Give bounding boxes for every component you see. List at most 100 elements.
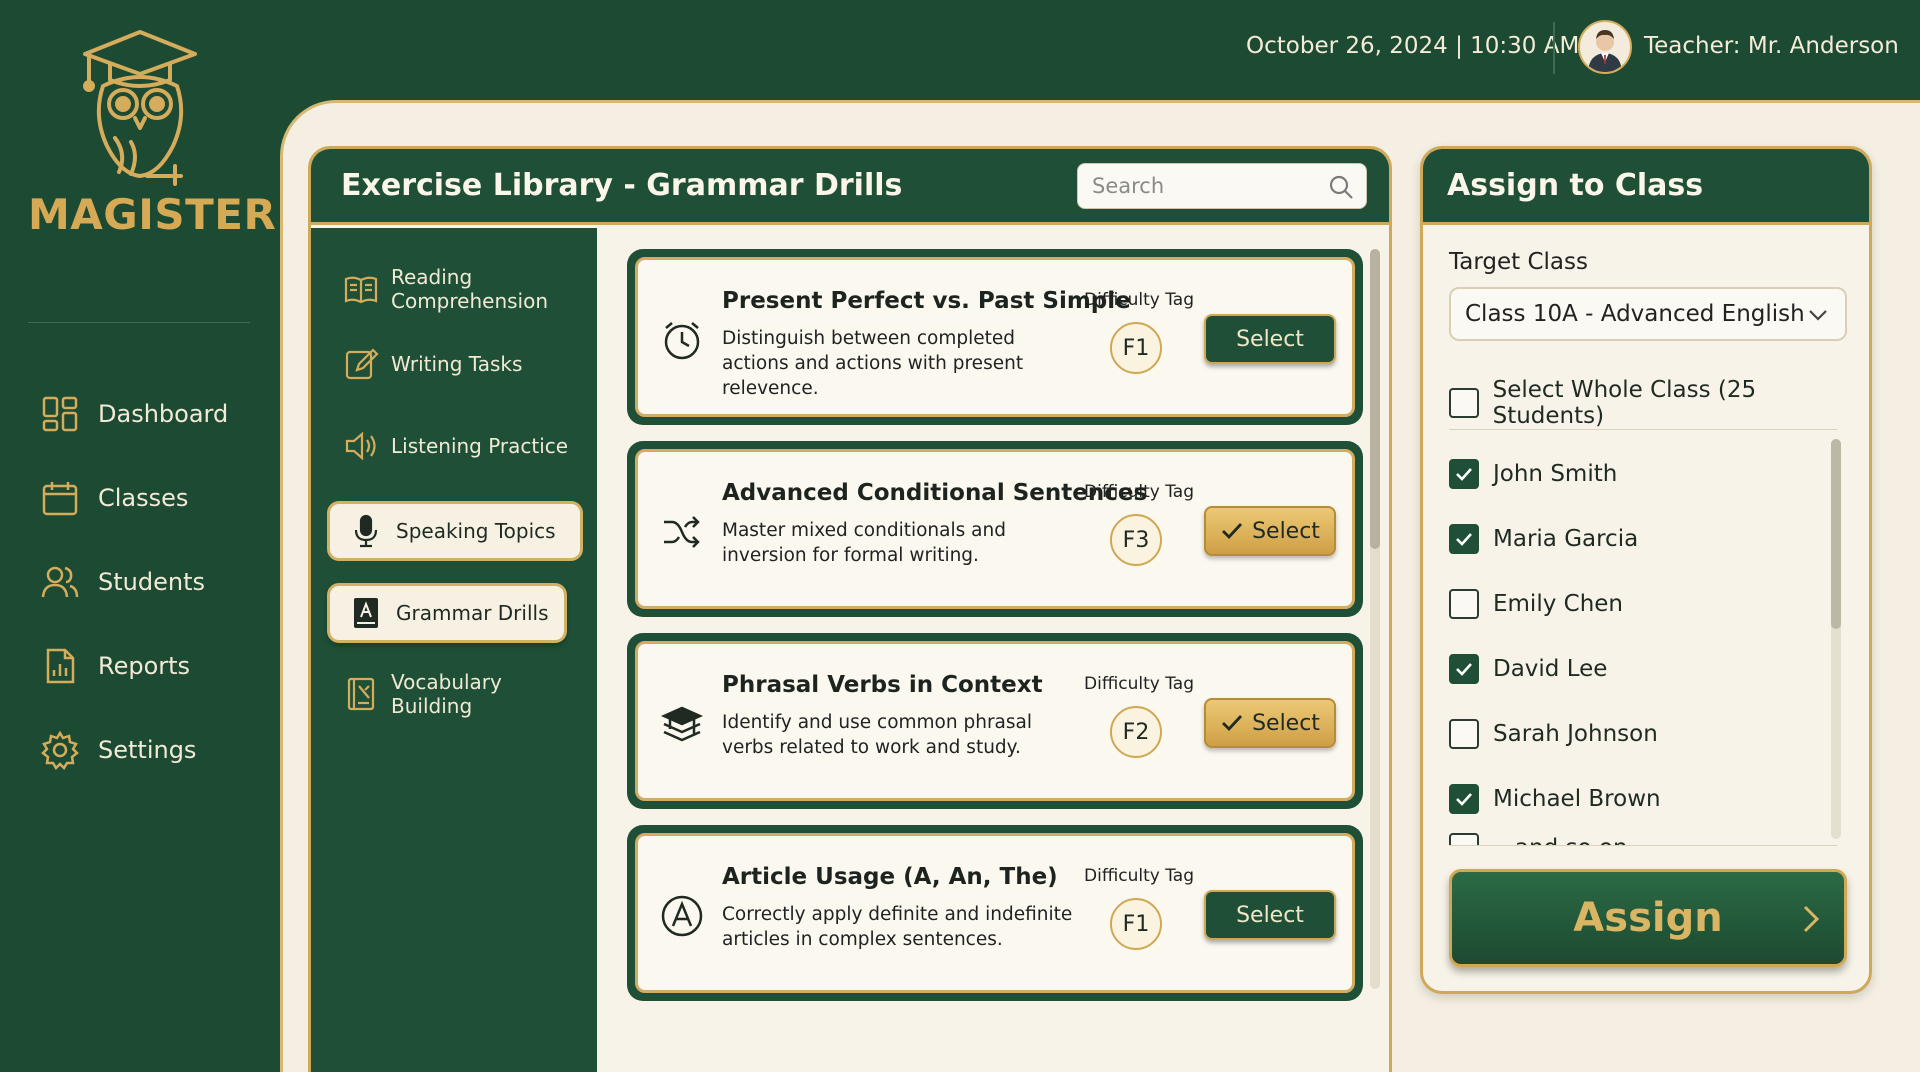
category-nav: Reading Comprehension Writing Tasks List… <box>311 228 597 1072</box>
gear-icon <box>41 730 79 770</box>
select-whole-class-checkbox[interactable]: Select Whole Class (25 Students) <box>1449 377 1869 429</box>
student-row[interactable]: Emily Chen <box>1449 589 1623 619</box>
checkbox[interactable] <box>1449 388 1479 418</box>
search-box[interactable] <box>1077 163 1367 209</box>
checkmark-icon <box>1222 715 1243 732</box>
student-name: Michael Brown <box>1493 786 1661 812</box>
exercise-description: Master mixed conditionals and inversion … <box>722 520 1006 566</box>
sidebar-item-label: Settings <box>98 736 197 764</box>
checkbox[interactable] <box>1449 459 1479 489</box>
category-speaking-topics[interactable]: Speaking Topics <box>327 501 583 561</box>
select-button-label: Select <box>1252 518 1320 544</box>
exercise-card[interactable]: Phrasal Verbs in Context Identify and us… <box>627 633 1363 809</box>
category-label: Vocabulary Building <box>391 670 502 718</box>
sidebar-item-dashboard[interactable]: Dashboard <box>40 372 228 456</box>
shuffle-icon <box>664 516 700 548</box>
sidebar-item-label: Reports <box>98 652 191 680</box>
category-listening-practice[interactable]: Listening Practice <box>325 418 579 474</box>
app-logo[interactable]: MAGISTER <box>28 26 276 239</box>
teacher-avatar[interactable] <box>1578 20 1632 74</box>
student-row[interactable]: John Smith <box>1449 459 1617 489</box>
student-row[interactable]: David Lee <box>1449 654 1607 684</box>
target-class-select[interactable]: Class 10A - Advanced English <box>1449 287 1847 341</box>
student-row[interactable]: Sarah Johnson <box>1449 719 1658 749</box>
sidebar-item-students[interactable]: Students <box>40 540 228 624</box>
category-vocabulary-building[interactable]: Vocabulary Building <box>325 666 579 722</box>
assign-title: Assign to Class <box>1423 149 1869 225</box>
grammar-book-icon <box>354 598 378 628</box>
checkbox[interactable] <box>1449 833 1479 845</box>
exercise-title: Article Usage (A, An, The) <box>722 864 1058 890</box>
sidebar-nav: Dashboard Classes Students Reports Setti… <box>40 372 228 792</box>
vocabulary-icon <box>347 677 375 711</box>
chevron-right-icon <box>1803 905 1820 933</box>
category-writing-tasks[interactable]: Writing Tasks <box>325 336 579 392</box>
student-row[interactable]: ...and so on <box>1449 833 1628 845</box>
teacher-name[interactable]: Teacher: Mr. Anderson <box>1644 33 1899 59</box>
difficulty-badge: F2 <box>1110 706 1162 758</box>
category-label: Reading Comprehension <box>391 265 549 313</box>
exercise-title: Phrasal Verbs in Context <box>722 672 1043 698</box>
scrollbar-thumb[interactable] <box>1370 249 1380 549</box>
difficulty-label: Difficulty Tag <box>1084 866 1195 886</box>
student-row[interactable]: Maria Garcia <box>1449 524 1638 554</box>
exercise-card[interactable]: Advanced Conditional Sentences Master mi… <box>627 441 1363 617</box>
speaker-icon <box>345 431 376 461</box>
select-button[interactable]: Select <box>1204 314 1336 364</box>
checkmark-icon <box>1456 468 1472 481</box>
sidebar-item-label: Students <box>98 568 205 596</box>
student-name: Sarah Johnson <box>1493 721 1658 747</box>
sidebar-item-label: Classes <box>98 484 189 512</box>
select-button[interactable]: Select <box>1204 506 1336 556</box>
checkbox[interactable] <box>1449 719 1479 749</box>
exercise-title: Present Perfect vs. Past Simple <box>722 288 1131 314</box>
assign-button[interactable]: Assign <box>1449 869 1847 967</box>
checkmark-icon <box>1456 663 1472 676</box>
difficulty-badge: F3 <box>1110 514 1162 566</box>
checkbox[interactable] <box>1449 524 1479 554</box>
exercise-list-scrollbar[interactable] <box>1370 249 1380 989</box>
checkmark-icon <box>1456 793 1472 806</box>
select-button[interactable]: Select <box>1204 698 1336 748</box>
select-button-label: Select <box>1252 710 1320 736</box>
exercise-description: Distinguish between completed actions an… <box>722 328 1024 399</box>
sidebar-item-label: Dashboard <box>98 400 229 428</box>
category-grammar-drills[interactable]: Grammar Drills <box>327 583 567 643</box>
difficulty-label: Difficulty Tag <box>1084 482 1195 502</box>
report-icon <box>46 648 75 684</box>
owl-logo-icon <box>83 30 197 186</box>
sidebar: MAGISTER Dashboard Classes Students Repo… <box>0 0 280 1072</box>
library-header: Exercise Library - Grammar Drills <box>311 149 1389 225</box>
library-title: Exercise Library - Grammar Drills <box>341 168 903 203</box>
student-name: Emily Chen <box>1493 591 1624 617</box>
sidebar-item-settings[interactable]: Settings <box>40 708 228 792</box>
student-row[interactable]: Michael Brown <box>1449 784 1661 814</box>
student-list-scrollbar[interactable] <box>1831 439 1841 839</box>
checkbox[interactable] <box>1449 589 1479 619</box>
checkbox[interactable] <box>1449 654 1479 684</box>
pencil-icon <box>345 348 379 380</box>
exercise-card[interactable]: Present Perfect vs. Past Simple Distingu… <box>627 249 1363 425</box>
checkmark-icon <box>1456 533 1472 546</box>
checkmark-icon <box>1222 523 1243 540</box>
exercise-card[interactable]: Article Usage (A, An, The) Correctly app… <box>627 825 1363 1001</box>
student-name: David Lee <box>1493 656 1608 682</box>
chevron-down-icon <box>1809 310 1827 321</box>
category-reading-comprehension[interactable]: Reading Comprehension <box>325 254 579 324</box>
dashboard-icon <box>42 396 78 432</box>
microphone-icon <box>354 514 378 548</box>
sidebar-item-reports[interactable]: Reports <box>40 624 228 708</box>
sidebar-item-classes[interactable]: Classes <box>40 456 228 540</box>
select-button[interactable]: Select <box>1204 890 1336 940</box>
books-icon <box>660 706 704 742</box>
clock-icon <box>664 322 700 360</box>
book-icon <box>344 276 378 304</box>
scrollbar-thumb[interactable] <box>1831 439 1841 629</box>
exercise-description: Identify and use common phrasal verbs re… <box>722 712 1033 758</box>
assign-panel: Assign to Class Target Class Class 10A -… <box>1420 146 1872 994</box>
category-label: Speaking Topics <box>396 519 556 543</box>
checkbox[interactable] <box>1449 784 1479 814</box>
category-label: Listening Practice <box>391 434 569 458</box>
search-icon[interactable] <box>1328 174 1354 200</box>
search-input[interactable] <box>1092 174 1312 198</box>
